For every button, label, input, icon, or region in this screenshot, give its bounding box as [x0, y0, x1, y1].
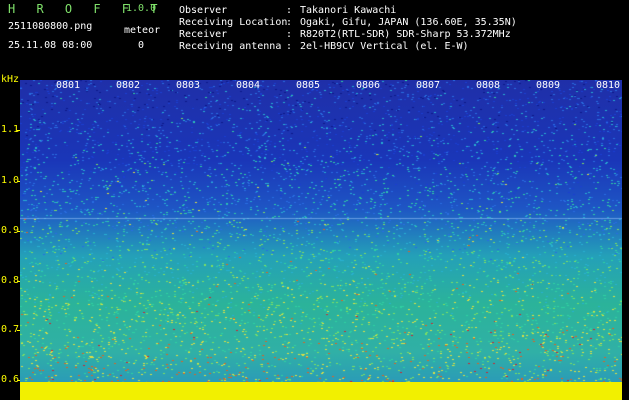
y-tick-mark [17, 181, 20, 182]
info-value: Ogaki, Gifu, JAPAN (136.60E, 35.35N) [300, 17, 517, 28]
info-location: Receiving Location: Ogaki, Gifu, JAPAN (1… [179, 17, 517, 28]
meteor-label: meteor [124, 25, 161, 36]
header-panel: H R O F F T 1.0.0 2511080800.png meteor … [0, 0, 629, 85]
info-observer: Observer: Takanori Kawachi [179, 5, 397, 16]
y-tick-mark [17, 380, 20, 381]
info-antenna: Receiving antenna:2el-HB9CV Vertical (el… [179, 41, 469, 52]
y-axis: 1.1 1.0 0.9 0.8 0.7 0.6 [0, 80, 20, 400]
capture-datetime: 25.11.08 08:00 [8, 40, 93, 51]
x-tick-label: 0802 [116, 80, 141, 91]
info-key: Observer [179, 5, 228, 16]
noise-floor-band [20, 382, 622, 400]
meteor-count: 0 [138, 40, 145, 51]
x-tick-label: 0805 [296, 80, 321, 91]
y-tick-mark [17, 281, 20, 282]
info-value: 2el-HB9CV Vertical (el. E-W) [300, 41, 469, 52]
info-key: Receiving Location [179, 17, 288, 28]
spectrogram-canvas [20, 80, 622, 400]
x-tick-label: 0809 [536, 80, 561, 91]
app-version: 1.0.0 [126, 3, 157, 14]
info-key: Receiver [179, 29, 228, 40]
info-value: R820T2(RTL-SDR) SDR-Sharp 53.372MHz [300, 29, 511, 40]
info-receiver: Receiver: R820T2(RTL-SDR) SDR-Sharp 53.37… [179, 29, 511, 40]
x-tick-label: 0801 [56, 80, 81, 91]
info-key: Receiving antenna [179, 41, 282, 52]
x-tick-label: 0803 [176, 80, 201, 91]
x-tick-label: 0806 [356, 80, 381, 91]
x-tick-label: 0804 [236, 80, 261, 91]
y-tick-mark [17, 130, 20, 131]
y-tick-mark [17, 330, 20, 331]
info-value: Takanori Kawachi [300, 5, 397, 16]
x-tick-label: 0807 [416, 80, 441, 91]
x-tick-label: 0810 [596, 80, 621, 91]
x-tick-label: 0808 [476, 80, 501, 91]
spectrogram-plot [20, 80, 622, 400]
file-name: 2511080800.png [8, 21, 93, 32]
y-tick-mark [17, 231, 20, 232]
